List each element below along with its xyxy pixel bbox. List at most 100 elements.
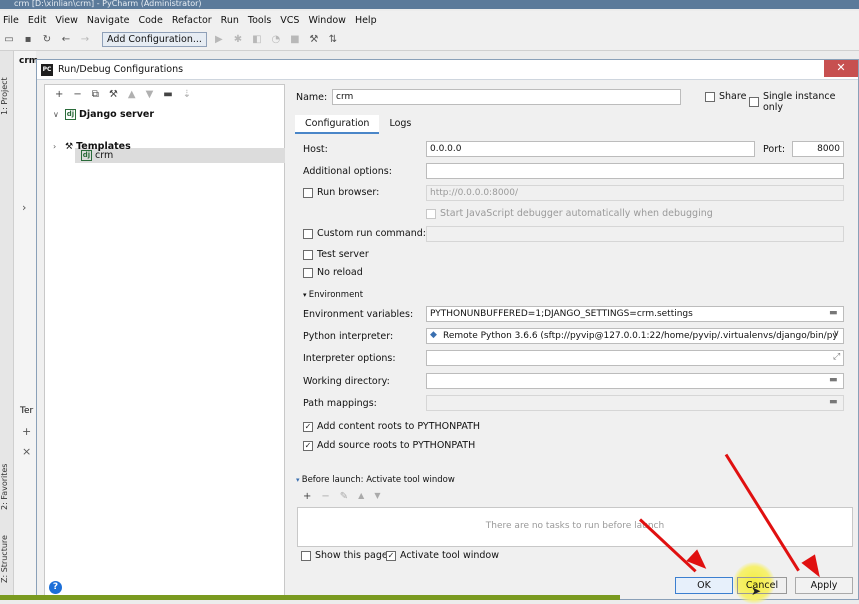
save-icon[interactable]: ▪ <box>22 34 34 46</box>
start-js-debugger-checkbox[interactable]: Start JavaScript debugger automatically … <box>426 208 713 219</box>
add-task-icon[interactable]: + <box>303 491 311 502</box>
sort-icon[interactable]: ⇣ <box>183 89 191 100</box>
run-icon[interactable]: ▶ <box>213 34 225 46</box>
add-configuration-button[interactable]: Add Configuration... <box>102 32 207 47</box>
run-browser-checkbox[interactable]: Run browser: <box>303 187 379 198</box>
left-tool-strip: 1: Project 2: Favorites Z: Structure <box>0 51 14 600</box>
checkbox-box-checked: ✓ <box>303 440 313 451</box>
menu-navigate[interactable]: Navigate <box>87 15 130 26</box>
browse-folder-icon[interactable]: ▬ <box>829 375 838 385</box>
edit-task-icon[interactable]: ✎ <box>340 491 348 502</box>
move-down-icon[interactable]: ▼ <box>374 491 380 502</box>
browse-folder-icon[interactable]: ▬ <box>829 308 838 318</box>
tree-item-templates[interactable]: › ⚒ Templates <box>53 139 131 154</box>
python-interpreter-label: Python interpreter: <box>303 331 394 342</box>
share-checkbox[interactable]: Share <box>705 91 746 102</box>
tree-item-django-server[interactable]: ∨ dj Django server <box>53 107 154 122</box>
apply-button[interactable]: Apply <box>795 577 853 594</box>
tab-favorites[interactable]: 2: Favorites <box>0 459 14 514</box>
path-mappings-field[interactable] <box>426 395 844 411</box>
copy-config-icon[interactable]: ⧉ <box>92 89 99 100</box>
stop-icon[interactable]: ■ <box>289 34 301 46</box>
collapse-arrow-icon[interactable]: ∨ <box>53 110 65 119</box>
menu-code[interactable]: Code <box>138 15 162 26</box>
open-folder-icon[interactable]: ▭ <box>3 34 15 46</box>
custom-run-command-checkbox[interactable]: Custom run command: <box>303 228 426 239</box>
run-browser-url-field[interactable]: http://0.0.0.0:8000/ <box>426 185 844 201</box>
menu-vcs[interactable]: VCS <box>280 15 299 26</box>
add-config-icon[interactable]: + <box>55 89 63 100</box>
section-label: Environment <box>308 290 364 300</box>
chevron-down-icon[interactable]: ∨ <box>833 329 840 339</box>
menu-refactor[interactable]: Refactor <box>172 15 212 26</box>
close-icon[interactable]: × <box>22 445 31 458</box>
expand-field-icon[interactable]: ⤢ <box>833 352 840 362</box>
menu-view[interactable]: View <box>55 15 78 26</box>
host-field[interactable]: 0.0.0.0 <box>426 141 755 157</box>
forward-icon[interactable]: → <box>79 34 91 46</box>
add-content-roots-checkbox[interactable]: ✓ Add content roots to PYTHONPATH <box>303 421 480 432</box>
expand-arrow-icon[interactable]: › <box>22 201 26 214</box>
dialog-close-button[interactable]: ✕ <box>824 60 858 77</box>
cancel-button[interactable]: Cancel <box>737 577 787 594</box>
checkbox-label: Share <box>719 91 747 102</box>
debug-icon[interactable]: ✱ <box>232 34 244 46</box>
environment-section[interactable]: ▾ Environment <box>303 290 363 300</box>
back-icon[interactable]: ← <box>60 34 72 46</box>
help-icon[interactable]: ? <box>49 581 62 594</box>
add-icon[interactable]: + <box>22 425 31 438</box>
interpreter-options-field[interactable] <box>426 350 844 366</box>
tab-configuration[interactable]: Configuration <box>295 115 380 134</box>
move-up-icon[interactable]: ▲ <box>128 89 136 100</box>
checkbox-box <box>303 267 313 278</box>
move-up-icon[interactable]: ▲ <box>358 491 364 502</box>
tab-structure[interactable]: Z: Structure <box>0 533 14 585</box>
configuration-tree-pane: + − ⧉ ⚒ ▲ ▼ ▬ ⇣ ∨ dj Django server dj cr… <box>44 84 285 596</box>
port-field[interactable]: 8000 <box>792 141 844 157</box>
activate-tool-window-checkbox[interactable]: ✓ Activate tool window <box>386 550 499 561</box>
folder-icon[interactable]: ▬ <box>163 89 172 100</box>
wrench-icon[interactable]: ⚒ <box>109 89 118 100</box>
menu-tools[interactable]: Tools <box>248 15 271 26</box>
vcs-icon[interactable]: ⇅ <box>327 34 339 46</box>
custom-run-command-field[interactable] <box>426 226 844 242</box>
background-project-panel <box>14 51 36 600</box>
checkbox-box-checked: ✓ <box>386 550 396 561</box>
move-down-icon[interactable]: ▼ <box>146 89 154 100</box>
working-directory-field[interactable] <box>426 373 844 389</box>
browse-folder-icon[interactable]: ▬ <box>829 397 838 407</box>
single-instance-checkbox[interactable]: Single instance only <box>749 91 858 113</box>
checkbox-label: Test server <box>317 249 369 260</box>
host-label: Host: <box>303 144 328 155</box>
menu-help[interactable]: Help <box>355 15 377 26</box>
sync-icon[interactable]: ↻ <box>41 34 53 46</box>
menu-window[interactable]: Window <box>308 15 345 26</box>
menu-edit[interactable]: Edit <box>28 15 46 26</box>
add-source-roots-checkbox[interactable]: ✓ Add source roots to PYTHONPATH <box>303 440 475 451</box>
checkbox-box <box>303 228 313 239</box>
python-interpreter-select[interactable]: Remote Python 3.6.6 (sftp://pyvip@127.0.… <box>426 328 844 344</box>
env-vars-field[interactable]: PYTHONUNBUFFERED=1;DJANGO_SETTINGS=crm.s… <box>426 306 844 322</box>
checkbox-label: Activate tool window <box>400 550 500 561</box>
env-vars-label: Environment variables: <box>303 309 414 320</box>
remove-config-icon[interactable]: − <box>73 89 81 100</box>
additional-options-field[interactable] <box>426 163 844 179</box>
ok-button[interactable]: OK <box>675 577 733 594</box>
python-icon: ◆ <box>430 330 437 340</box>
tab-logs[interactable]: Logs <box>379 115 421 134</box>
show-this-page-checkbox[interactable]: Show this page <box>301 550 388 561</box>
expand-arrow-icon[interactable]: › <box>53 142 65 151</box>
tab-project[interactable]: 1: Project <box>0 73 14 119</box>
no-reload-checkbox[interactable]: No reload <box>303 267 363 278</box>
wrench-icon[interactable]: ⚒ <box>308 34 320 46</box>
checkbox-label: No reload <box>317 267 363 278</box>
menu-file[interactable]: File <box>3 15 19 26</box>
before-launch-section[interactable]: ▾ Before launch: Activate tool window <box>296 475 455 485</box>
remove-task-icon[interactable]: − <box>321 491 329 502</box>
name-field[interactable]: crm <box>332 89 681 105</box>
coverage-icon[interactable]: ◧ <box>251 34 263 46</box>
menu-run[interactable]: Run <box>221 15 239 26</box>
test-server-checkbox[interactable]: Test server <box>303 249 369 260</box>
checkbox-label: Custom run command: <box>317 228 426 239</box>
profile-icon[interactable]: ◔ <box>270 34 282 46</box>
